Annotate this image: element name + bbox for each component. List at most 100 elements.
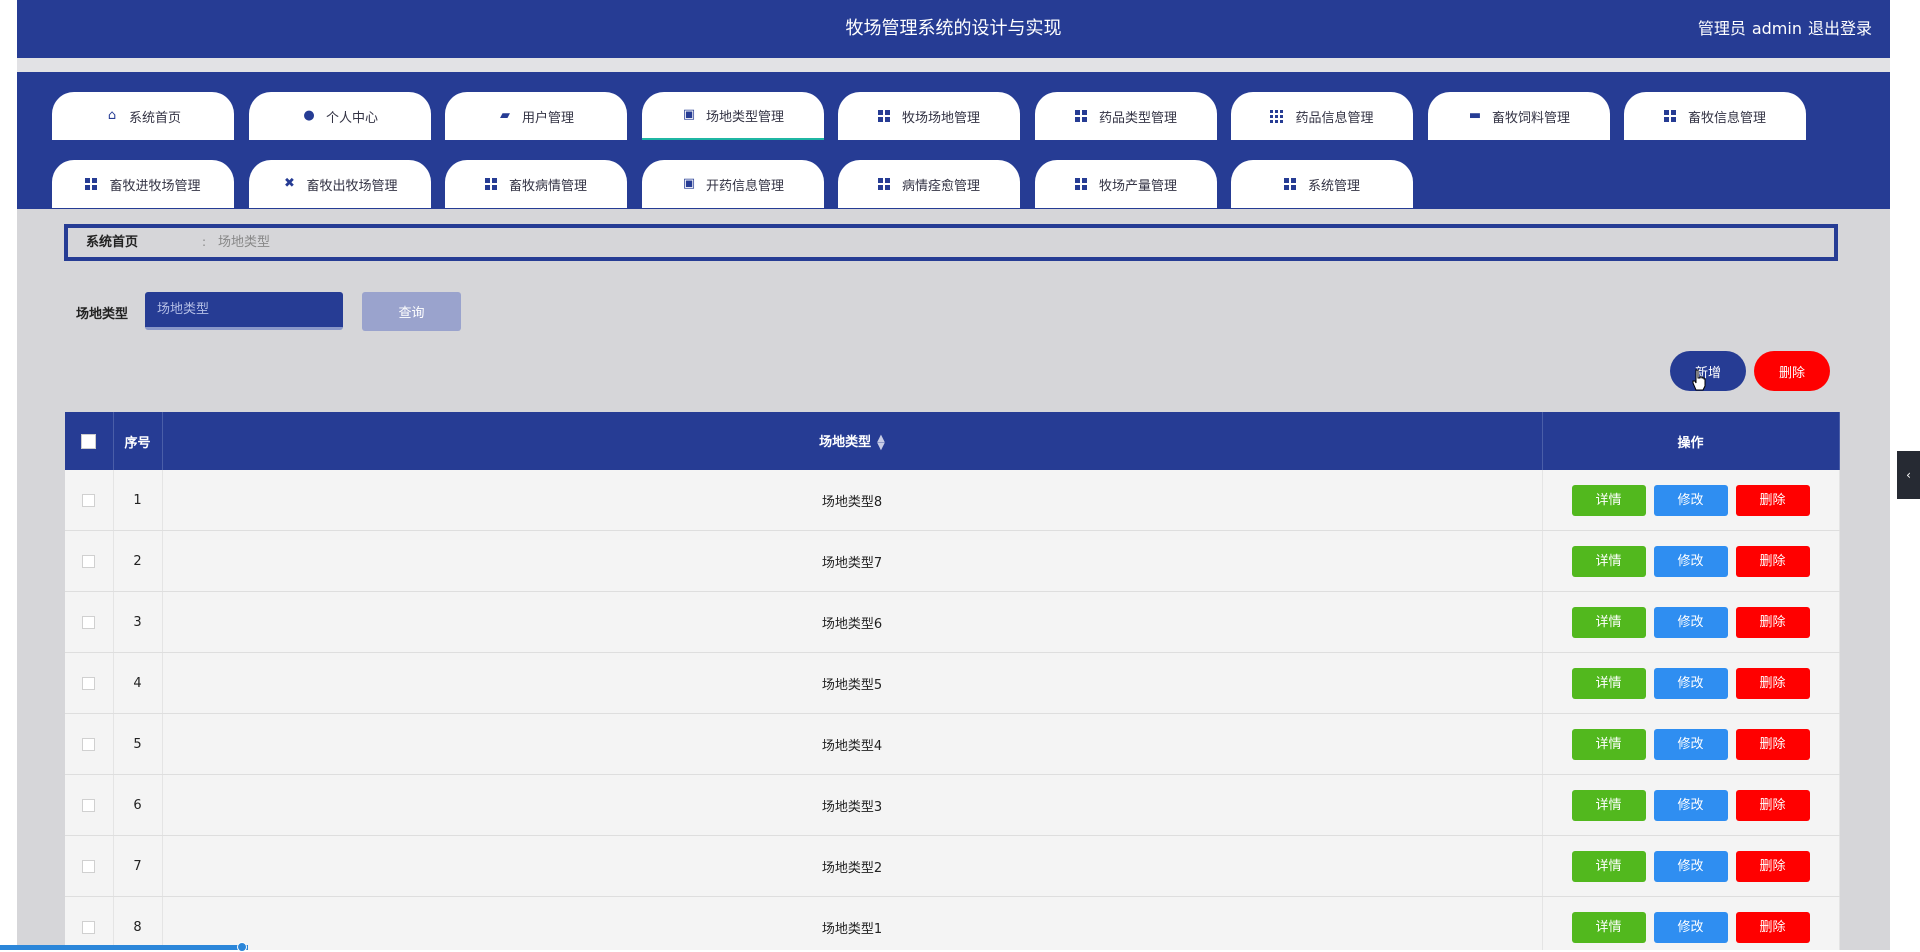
delete-button[interactable]: 删除 <box>1735 545 1810 577</box>
detail-button[interactable]: 详情 <box>1571 728 1646 760</box>
delete-button[interactable]: 删除 <box>1735 606 1810 638</box>
row-select-cell <box>65 896 114 950</box>
detail-button[interactable]: 详情 <box>1571 545 1646 577</box>
row-index: 1 <box>113 470 163 531</box>
row-checkbox[interactable] <box>82 615 96 629</box>
row-actions: 详情 修改 删除 <box>1542 470 1840 531</box>
edit-button[interactable]: 修改 <box>1653 728 1728 760</box>
row-checkbox[interactable] <box>82 859 96 873</box>
ticket-icon: ✖ <box>284 176 295 191</box>
breadcrumb: 系统首页 : 场地类型 <box>64 224 1838 261</box>
nav-tab-6[interactable]: 药品类型管理 <box>1035 92 1217 140</box>
table-row: 4 场地类型5 详情 修改 删除 <box>65 652 1840 714</box>
briefcase-icon: ▬ <box>1468 108 1482 123</box>
row-index: 2 <box>113 530 163 592</box>
edit-button[interactable]: 修改 <box>1653 484 1728 516</box>
logout-link[interactable]: 退出登录 <box>1808 19 1872 38</box>
side-collapse-button[interactable]: ‹ <box>1897 451 1920 499</box>
edit-button[interactable]: 修改 <box>1653 667 1728 699</box>
row-checkbox[interactable] <box>82 798 96 812</box>
row-type: 场地类型2 <box>162 835 1543 897</box>
edit-button[interactable]: 修改 <box>1653 545 1728 577</box>
delete-button[interactable]: 删除 <box>1735 728 1810 760</box>
table-row: 5 场地类型4 详情 修改 删除 <box>65 713 1840 775</box>
detail-button[interactable]: 详情 <box>1571 667 1646 699</box>
row-type: 场地类型7 <box>162 530 1543 592</box>
edit-button[interactable]: 修改 <box>1653 606 1728 638</box>
search-button[interactable]: 查询 <box>362 292 461 331</box>
user-icon: ● <box>303 108 315 123</box>
detail-button[interactable]: 详情 <box>1571 606 1646 638</box>
grid-icon <box>85 178 98 190</box>
horizontal-scrollbar[interactable] <box>0 945 248 950</box>
app-title: 牧场管理系统的设计与实现 <box>845 18 1062 39</box>
delete-button[interactable]: 删除 <box>1735 850 1810 882</box>
delete-button[interactable]: 删除 <box>1735 667 1810 699</box>
search-input[interactable] <box>145 292 343 330</box>
nav-tab-5[interactable]: 牧场场地管理 <box>838 92 1020 140</box>
nav-tab-11[interactable]: ✖ 畜牧出牧场管理 <box>249 160 431 208</box>
nav-tab-10[interactable]: 畜牧进牧场管理 <box>52 160 234 208</box>
row-checkbox[interactable] <box>82 737 96 751</box>
delete-button[interactable]: 删除 <box>1735 484 1810 516</box>
nav-tab-16[interactable]: 系统管理 <box>1231 160 1413 208</box>
row-type: 场地类型3 <box>162 774 1543 836</box>
nav-tab-9[interactable]: 畜牧信息管理 <box>1624 92 1806 140</box>
detail-button[interactable]: 详情 <box>1571 484 1646 516</box>
row-select-cell <box>65 774 114 836</box>
horizontal-scroll-handle[interactable] <box>237 942 247 952</box>
row-checkbox[interactable] <box>82 493 96 507</box>
detail-button[interactable]: 详情 <box>1571 850 1646 882</box>
nav-tab-label: 系统管理 <box>1307 178 1360 194</box>
batch-delete-button[interactable]: 删除 <box>1754 351 1830 391</box>
select-all-checkbox[interactable] <box>81 433 97 449</box>
row-index: 8 <box>113 896 163 950</box>
nav-tab-label: 畜牧信息管理 <box>1687 110 1766 126</box>
nav-tab-label: 用户管理 <box>521 110 574 126</box>
table-row: 8 场地类型1 详情 修改 删除 <box>65 896 1840 950</box>
row-index: 5 <box>113 713 163 775</box>
nav-tab-7[interactable]: 药品信息管理 <box>1231 92 1413 140</box>
sort-icon[interactable]: ▲ ▼ <box>877 433 885 451</box>
nav-tab-label: 场地类型管理 <box>705 109 784 125</box>
wallet-icon: ▰ <box>499 108 510 123</box>
detail-button[interactable]: 详情 <box>1571 789 1646 821</box>
edit-button[interactable]: 修改 <box>1653 789 1728 821</box>
page: 牧场管理系统的设计与实现 管理员 admin 退出登录 ⌂ 系统首页 ● 个人中心 ▰ 用户管… <box>17 0 1890 950</box>
user-info: 管理员 admin 退出登录 <box>1692 0 1872 58</box>
breadcrumb-separator: : <box>202 235 207 249</box>
nav-tab-4[interactable]: ▣ 场地类型管理 <box>642 92 824 140</box>
row-checkbox[interactable] <box>82 920 96 934</box>
search-label: 场地类型 <box>76 307 129 322</box>
home-icon: ⌂ <box>107 108 117 123</box>
nav-tab-13[interactable]: ▣ 开药信息管理 <box>642 160 824 208</box>
grid-icon <box>877 110 890 122</box>
grid-icon <box>484 178 497 190</box>
row-select-cell <box>65 470 114 531</box>
edit-button[interactable]: 修改 <box>1653 911 1728 943</box>
column-header-ops: 操作 <box>1542 412 1840 470</box>
row-checkbox[interactable] <box>82 676 96 690</box>
nav-tab-12[interactable]: 畜牧病情管理 <box>445 160 627 208</box>
grid9-icon <box>1270 109 1284 123</box>
column-header-type[interactable]: 场地类型 ▲ ▼ <box>162 412 1543 470</box>
nav-tab-8[interactable]: ▬ 畜牧饲料管理 <box>1428 92 1610 140</box>
row-actions: 详情 修改 删除 <box>1542 774 1840 836</box>
hand-cursor-icon <box>1692 369 1706 391</box>
nav-tab-3[interactable]: ▰ 用户管理 <box>445 92 627 140</box>
nav-tab-label: 系统首页 <box>128 110 181 126</box>
breadcrumb-home[interactable]: 系统首页 <box>86 228 138 257</box>
row-checkbox[interactable] <box>82 554 96 568</box>
username: admin <box>1751 19 1802 38</box>
detail-button[interactable]: 详情 <box>1571 911 1646 943</box>
table-row: 3 场地类型6 详情 修改 删除 <box>65 591 1840 653</box>
nav-tab-1[interactable]: ⌂ 系统首页 <box>52 92 234 140</box>
add-button[interactable]: 新增 <box>1670 351 1746 391</box>
nav-tab-2[interactable]: ● 个人中心 <box>249 92 431 140</box>
delete-button[interactable]: 删除 <box>1735 789 1810 821</box>
edit-button[interactable]: 修改 <box>1653 850 1728 882</box>
nav-tab-label: 畜牧出牧场管理 <box>306 178 398 194</box>
nav-tab-15[interactable]: 牧场产量管理 <box>1035 160 1217 208</box>
delete-button[interactable]: 删除 <box>1735 911 1810 943</box>
nav-tab-14[interactable]: 病情痊愈管理 <box>838 160 1020 208</box>
